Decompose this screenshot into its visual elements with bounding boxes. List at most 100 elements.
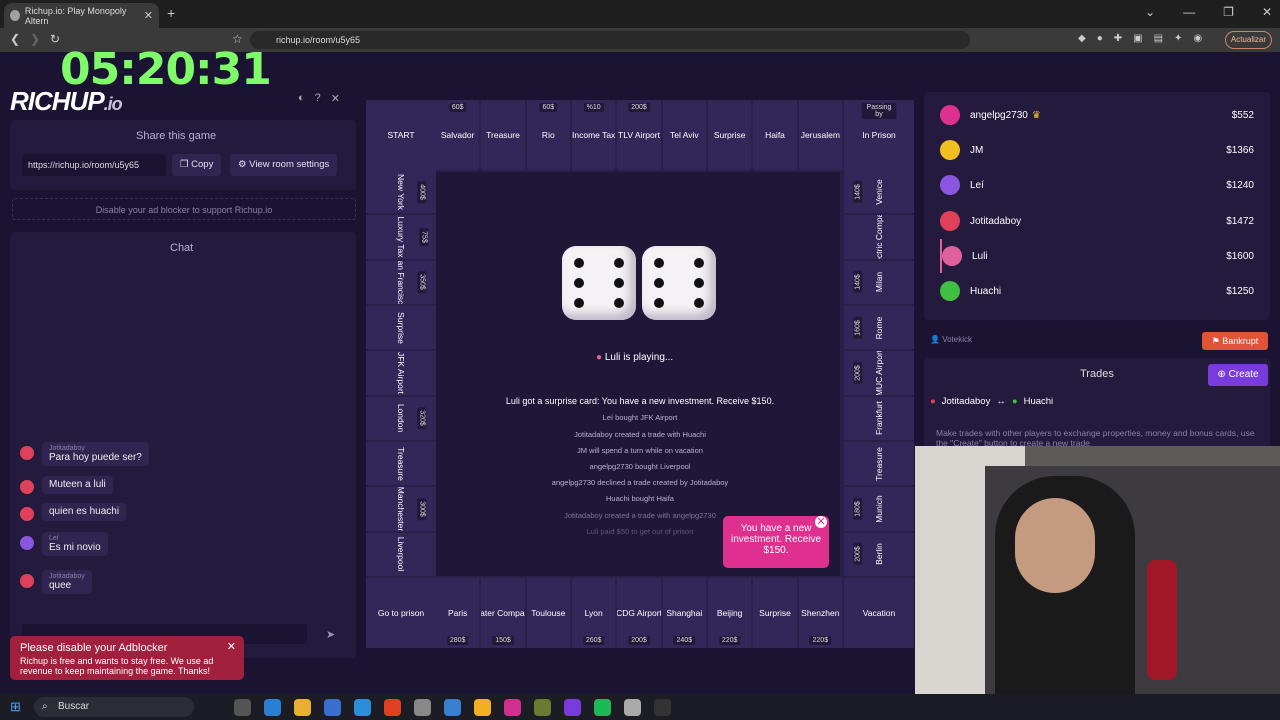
bankrupt-button[interactable]: ⚑ Bankrupt [1202,332,1268,350]
minimize-icon[interactable]: — [1183,5,1195,19]
board-square[interactable]: London 320$ [366,396,436,440]
square-price: 200$ [628,103,650,112]
store-icon[interactable] [324,699,341,716]
reload-icon[interactable]: ↻ [50,32,60,46]
spotify-icon[interactable] [594,699,611,716]
board-square[interactable]: Lyon 260$ [572,578,616,648]
board-square[interactable]: Water Company 150$ [481,578,525,648]
player-row[interactable]: JM $1366 [940,133,1268,167]
extension-icon[interactable]: ▤ [1154,33,1163,44]
board-square[interactable]: Luxury Tax 75$ [366,215,436,259]
board-square[interactable]: Treasure [366,442,436,486]
task-view-icon[interactable] [234,699,251,716]
update-button[interactable]: Actualizar [1224,31,1272,49]
app-icon[interactable] [414,699,431,716]
board-square[interactable]: Beijing 220$ [708,578,752,648]
board-square[interactable]: Surprise [708,100,752,170]
votekick-button[interactable]: 👤 Votekick [930,335,972,344]
copy-button[interactable]: ❐ Copy [172,154,222,176]
board-square[interactable]: Tel Aviv [662,100,706,170]
board-square[interactable]: CDG Airport 200$ [617,578,661,648]
board-square[interactable]: Go to prison [366,578,436,648]
edge-icon[interactable] [264,699,281,716]
shield-icon[interactable]: ◉ [1193,33,1202,44]
board-square[interactable]: Treasure [481,100,525,170]
restore-icon[interactable]: ❐ [1223,5,1234,19]
board-square[interactable]: Surprise [366,306,436,350]
chat-message: Jotitadaboy quee [20,570,92,594]
board-square[interactable]: Income Tax %10 [572,100,616,170]
player-row[interactable]: Jotitadaboy $1472 [940,204,1268,238]
board-square[interactable]: MUC Airport 200$ [844,351,914,395]
board-square[interactable]: Liverpool [366,532,436,576]
player-row[interactable]: Luli $1600 [940,239,1268,273]
close-icon[interactable]: ✕ [227,640,236,653]
board-square[interactable]: TLV Airport 200$ [617,100,661,170]
windows-start-icon[interactable]: ⊞ [10,699,21,715]
board-square[interactable]: Toulouse [526,578,570,648]
board-square[interactable]: Shenzhen 220$ [798,578,842,648]
board-square[interactable]: Shanghai 240$ [662,578,706,648]
chat-message: Muteen a luli [20,476,113,494]
board-square[interactable]: Berlin 200$ [844,532,914,576]
board-square[interactable]: Surprise [753,578,797,648]
board-square[interactable]: Rome 160$ [844,306,914,350]
mail-icon[interactable] [354,699,371,716]
room-settings-button[interactable]: ⚙ View room settings [230,154,338,176]
board-square[interactable]: Vacation [844,578,914,648]
chat-text: quee [49,580,72,591]
close-icon[interactable]: ✕ [815,516,827,528]
word-icon[interactable] [444,699,461,716]
board-square[interactable]: Salvador 60$ [436,100,480,170]
help-icon[interactable]: ? [315,92,321,105]
board-square[interactable]: Electric Company [844,215,914,259]
instagram-icon[interactable] [504,699,521,716]
board-square[interactable]: Munich 180$ [844,487,914,531]
create-trade-button[interactable]: ⊕ Create [1208,364,1268,386]
board-square[interactable]: START [366,100,436,170]
browser-tab[interactable]: Richup.io: Play Monopoly Altern ✕ [4,3,159,28]
chrome-icon[interactable] [474,699,491,716]
send-icon[interactable]: ➤ [326,628,335,641]
obs-icon[interactable] [654,699,671,716]
new-tab-icon[interactable]: + [167,5,175,21]
extension-icon[interactable]: ● [1097,33,1103,44]
board-square[interactable]: Manchester 300$ [366,487,436,531]
close-window-icon[interactable]: ✕ [1262,5,1272,19]
board-square[interactable]: Haifa [753,100,797,170]
player-row[interactable]: Leí $1240 [940,168,1268,202]
folder-icon[interactable] [294,699,311,716]
board-square[interactable]: San Francisco 350$ [366,260,436,304]
player-row[interactable]: Huachi $1250 [940,274,1268,308]
board-square[interactable]: In Prison Passing by [844,100,914,170]
board-square[interactable]: Milan 140$ [844,260,914,304]
puzzle-icon[interactable]: ✚ [1114,33,1122,44]
brave-icon[interactable] [384,699,401,716]
board-square[interactable]: Venice 140$ [844,170,914,214]
taskbar-search[interactable]: ⌕ Buscar [34,697,194,717]
board-square[interactable]: Treasure [844,442,914,486]
app-icon[interactable] [624,699,641,716]
trade-row[interactable]: ● Jotitadaboy ↔ ● Huachi [930,396,1053,407]
mute-icon[interactable]: ✕ [331,92,340,105]
share-url-field[interactable]: https://richup.io/room/u5y65 [22,154,166,176]
app-icon[interactable] [534,699,551,716]
board-square[interactable]: New York 400$ [366,170,436,214]
discord-icon[interactable]: ◐ [298,92,305,105]
url-field[interactable]: richup.io/room/u5y65 [250,31,970,49]
back-icon[interactable]: ❮ [10,32,20,46]
board-square[interactable]: Rio 60$ [526,100,570,170]
board-square[interactable]: JFK Airport [366,351,436,395]
board-square[interactable]: Jerusalem [798,100,842,170]
extension-icon[interactable]: ✦ [1174,33,1182,44]
app-icon[interactable] [564,699,581,716]
chevron-down-icon[interactable]: ⌄ [1145,5,1155,19]
close-tab-icon[interactable]: ✕ [144,9,153,22]
board-square[interactable]: Paris 280$ [436,578,480,648]
extension-icon[interactable]: ◆ [1078,33,1086,44]
chat-text: quien es huachi [49,506,120,517]
forward-icon[interactable]: ❯ [30,32,40,46]
player-row[interactable]: angelpg2730 ♛ $552 [940,98,1268,132]
extension-icon[interactable]: ▣ [1133,33,1142,44]
board-square[interactable]: Frankfurt [844,396,914,440]
